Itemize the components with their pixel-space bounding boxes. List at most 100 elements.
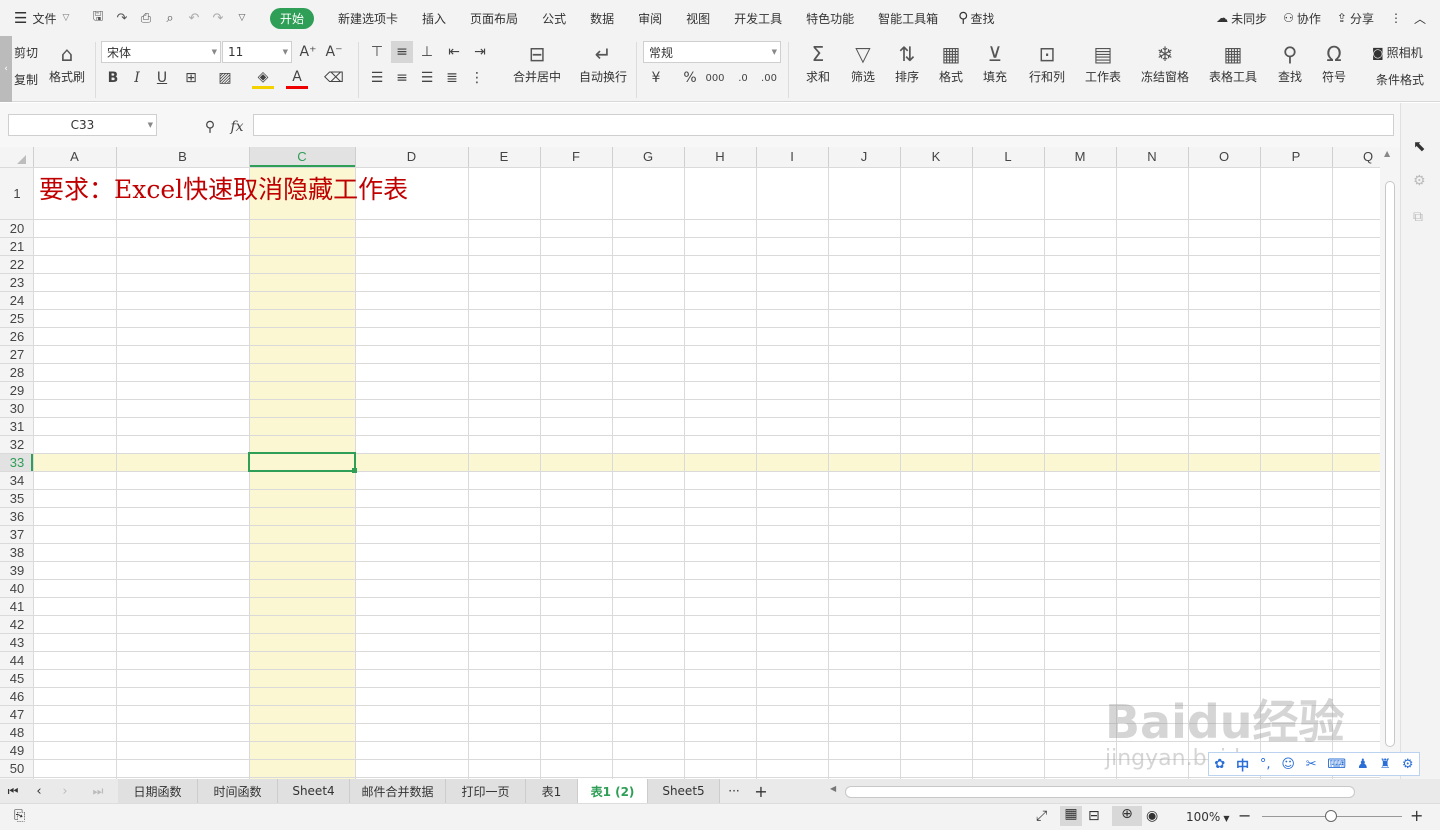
column-header-label[interactable]: E xyxy=(500,149,509,164)
scroll-left-icon[interactable]: ◀ xyxy=(830,784,836,793)
tab-8[interactable]: 开发工具 xyxy=(722,0,794,36)
sheet-tab[interactable]: Sheet5 xyxy=(648,779,720,803)
column-header-label[interactable]: K xyxy=(932,149,941,164)
column-header-label[interactable]: C xyxy=(297,149,306,164)
redo-icon[interactable]: ↷ xyxy=(206,0,230,36)
more-icon[interactable]: ⋮ xyxy=(1382,0,1410,36)
italic-icon[interactable]: I xyxy=(126,67,148,89)
underline-icon[interactable]: U xyxy=(151,67,173,89)
row-header-label[interactable]: 37 xyxy=(10,527,24,542)
row-header-label[interactable]: 41 xyxy=(10,599,24,614)
person-icon[interactable]: ♟ xyxy=(1357,757,1369,772)
emoji-icon[interactable]: ☺ xyxy=(1281,757,1295,772)
prev-sheet-icon[interactable]: ‹ xyxy=(26,784,52,799)
indent-decrease-icon[interactable]: ⇤ xyxy=(443,41,465,63)
column-header-label[interactable]: F xyxy=(572,149,580,164)
row-header-label[interactable]: 30 xyxy=(10,401,24,416)
first-sheet-icon[interactable]: ⏮ xyxy=(0,784,26,799)
row-header-label[interactable]: 25 xyxy=(10,311,24,326)
table-tools-button[interactable]: ▦ 表格工具 xyxy=(1202,40,1264,85)
print-preview-icon[interactable]: ⌕ xyxy=(158,0,182,36)
collapse-ribbon-icon[interactable]: ︿ xyxy=(1410,0,1440,36)
row-header-label[interactable]: 34 xyxy=(10,473,24,488)
copy-button[interactable]: 复制 xyxy=(14,71,38,88)
column-header-label[interactable]: P xyxy=(1292,149,1301,164)
row-header-label[interactable]: 43 xyxy=(10,635,24,650)
row-header-label[interactable]: 20 xyxy=(10,221,24,236)
filter-button[interactable]: ▽ 筛选 xyxy=(843,40,883,85)
cut-button[interactable]: 剪切 xyxy=(14,44,38,61)
font-size-select[interactable]: 11 ▼ xyxy=(222,41,292,63)
distribute-icon[interactable]: ⋮ xyxy=(466,67,488,89)
increase-font-icon[interactable]: A⁺ xyxy=(297,41,319,63)
collab-button[interactable]: ⚇ 协作 xyxy=(1275,0,1329,36)
column-header-label[interactable]: O xyxy=(1219,149,1229,164)
search-button[interactable]: ⚲ 查找 xyxy=(950,0,1002,36)
zoom-slider-handle[interactable] xyxy=(1325,810,1337,822)
grid-canvas[interactable]: A B C D E F G H I J K L M N O P Q 1 20 21 22 23 24 25 26 27 28 29 30… xyxy=(0,147,1380,779)
justify-icon[interactable]: ≣ xyxy=(441,67,463,89)
vertical-scrollbar[interactable]: ▲ xyxy=(1380,147,1400,779)
zoom-in-button[interactable]: + xyxy=(1410,806,1423,825)
settings-icon[interactable]: ⚙ xyxy=(1402,757,1414,772)
normal-view-icon[interactable]: ▦ xyxy=(1060,806,1082,826)
export-icon[interactable]: ↷ xyxy=(110,0,134,36)
save-icon[interactable]: 🖫 xyxy=(86,0,110,36)
sheet-tab[interactable]: 邮件合并数据 xyxy=(350,779,446,803)
tab-7[interactable]: 视图 xyxy=(674,0,722,36)
pointer-icon[interactable]: ⬉ xyxy=(1413,137,1426,155)
properties-icon[interactable]: ⚙ xyxy=(1413,173,1426,189)
row-header-label[interactable]: 23 xyxy=(10,275,24,290)
tab-4[interactable]: 公式 xyxy=(530,0,578,36)
scroll-thumb[interactable] xyxy=(1385,181,1395,747)
format-button[interactable]: ▦ 格式 xyxy=(931,40,971,85)
find-button[interactable]: ⚲ 查找 xyxy=(1270,40,1310,85)
reading-view-icon[interactable]: ⊕ xyxy=(1112,806,1142,826)
shirt-icon[interactable]: ♜ xyxy=(1379,757,1391,772)
increase-decimal-icon[interactable]: .0 xyxy=(732,67,754,89)
align-left-icon[interactable]: ☰ xyxy=(366,67,388,89)
file-menu[interactable]: ☰ 文件 ▽ xyxy=(0,0,86,36)
column-header-label[interactable]: N xyxy=(1147,149,1156,164)
sheet-tab[interactable]: 表1 xyxy=(526,779,578,803)
thousands-icon[interactable]: 000 xyxy=(704,67,726,89)
row-header-label[interactable]: 22 xyxy=(10,257,24,272)
fullscreen-icon[interactable]: ⤢ xyxy=(1036,808,1047,824)
wrap-text-button[interactable]: ↵ 自动换行 xyxy=(574,40,632,85)
horizontal-scrollbar[interactable]: ◀ xyxy=(830,783,1370,799)
row-header-label[interactable]: 36 xyxy=(10,509,24,524)
border-icon[interactable]: ⊞ xyxy=(180,67,202,89)
ime-toolbar[interactable]: ✿ 中 °, ☺ ✂ ⌨ ♟ ♜ ⚙ xyxy=(1208,752,1420,776)
row-header-label[interactable]: 35 xyxy=(10,491,24,506)
align-middle-icon[interactable]: ≡ xyxy=(391,41,413,63)
bold-icon[interactable]: B xyxy=(102,67,124,89)
decrease-decimal-icon[interactable]: .00 xyxy=(758,67,780,89)
merge-center-button[interactable]: ⊟ 合并居中 xyxy=(505,40,569,85)
align-top-icon[interactable]: ⊤ xyxy=(366,41,388,63)
name-box[interactable]: C33 ▼ xyxy=(8,114,157,136)
row-header-label[interactable]: 24 xyxy=(10,293,24,308)
row-header-label[interactable]: 49 xyxy=(10,743,24,758)
row-header-label[interactable]: 1 xyxy=(13,186,20,201)
fill-pattern-icon[interactable]: ▨ xyxy=(214,67,236,89)
column-header-label[interactable]: G xyxy=(643,149,653,164)
sheet-tab[interactable]: 时间函数 xyxy=(198,779,278,803)
row-header-label[interactable]: 32 xyxy=(10,437,24,452)
tab-10[interactable]: 智能工具箱 xyxy=(866,0,950,36)
share-button[interactable]: ⇪ 分享 xyxy=(1329,0,1382,36)
column-header-label[interactable]: L xyxy=(1004,149,1011,164)
row-header-label[interactable]: 31 xyxy=(10,419,24,434)
clear-format-icon[interactable]: ⌫ xyxy=(323,67,345,89)
zoom-formula-icon[interactable]: ⚲ xyxy=(199,116,221,138)
column-header-label[interactable]: M xyxy=(1075,149,1086,164)
font-name-select[interactable]: 宋体 ▼ xyxy=(101,41,221,63)
font-color-icon[interactable]: A xyxy=(286,67,308,89)
fill-button[interactable]: ⊻ 填充 xyxy=(975,40,1015,85)
h-scroll-thumb[interactable] xyxy=(845,786,1355,798)
worksheet-button[interactable]: ▤ 工作表 xyxy=(1078,40,1128,85)
column-header-label[interactable]: I xyxy=(790,149,794,164)
percent-icon[interactable]: % xyxy=(679,67,701,89)
sheet-tab[interactable]: 打印一页 xyxy=(446,779,526,803)
fill-color-icon[interactable]: ◈ xyxy=(252,67,274,89)
row-header-label[interactable]: 47 xyxy=(10,707,24,722)
